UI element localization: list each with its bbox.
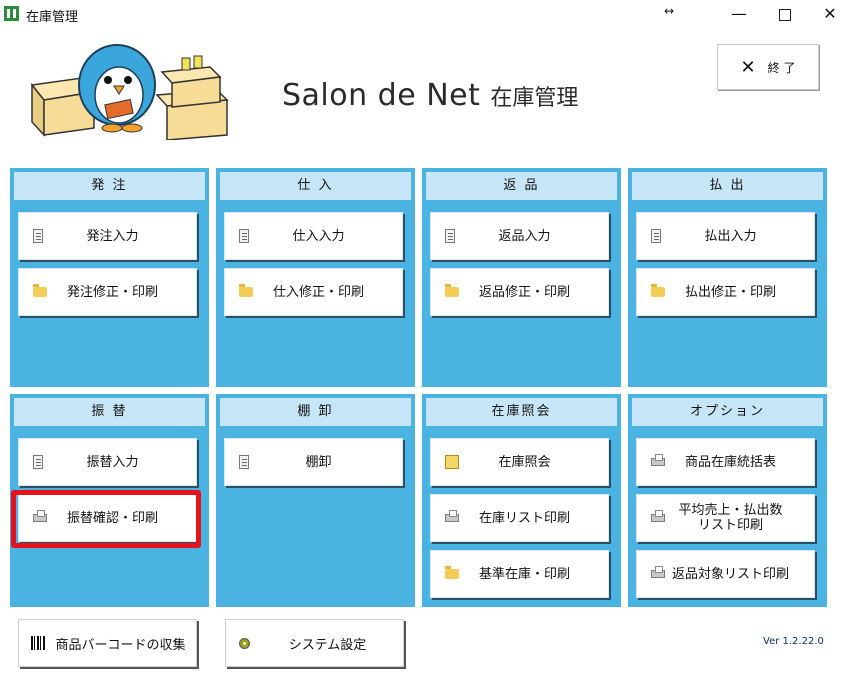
folder-icon [445,566,459,579]
document-icon [33,229,43,243]
panel-title: 返 品 [426,172,617,200]
menu-tile-button[interactable]: 在庫リスト印刷 [430,494,609,542]
minimize-button[interactable]: — [716,0,762,30]
title-bar: 在庫管理 ↔ — ✕ [0,0,853,30]
folder-icon [651,284,665,297]
resize-icon[interactable]: ↔ [664,4,674,18]
document-icon [239,229,249,243]
menu-tile-button[interactable]: 払出入力 [636,212,815,260]
menu-tile-label: 払出入力 [704,228,757,244]
menu-panel: 仕 入仕入入力仕入修正・印刷 [216,168,415,387]
close-icon: ✕ [740,56,756,78]
panel-title: 払 出 [632,172,823,200]
folder-icon [239,284,253,297]
brand-subtitle: 在庫管理 [490,86,579,111]
panel-title: オプション [632,398,823,426]
system-settings-label: システム設定 [288,637,367,653]
menu-tile-label: 仕入入力 [292,228,345,244]
panel-title: 在庫照会 [426,398,617,426]
exit-button[interactable]: ✕ 終 了 [717,44,819,90]
menu-tile-button[interactable]: 振替入力 [18,438,197,486]
folder-icon [33,284,47,297]
menu-tile-button[interactable]: 発注入力 [18,212,197,260]
menu-tile-button[interactable]: 商品在庫統括表 [636,438,815,486]
menu-tile-button[interactable]: 棚卸 [224,438,403,486]
maximize-button[interactable] [762,0,808,30]
menu-tile-button[interactable]: 平均売上・払出数 リスト印刷 [636,494,815,542]
menu-tile-button[interactable]: 返品修正・印刷 [430,268,609,316]
maximize-icon [779,8,791,21]
menu-tile-button[interactable]: 払出修正・印刷 [636,268,815,316]
barcode-icon [31,636,45,650]
note-icon [445,455,459,469]
panel-title: 仕 入 [220,172,411,200]
printer-icon [445,510,459,522]
app-icon [4,6,19,21]
barcode-collect-label: 商品バーコードの収集 [55,637,186,653]
app-heading: Salon de Net 在庫管理 [282,78,578,113]
barcode-collect-button[interactable]: 商品バーコードの収集 [18,619,197,667]
printer-icon [651,566,665,578]
printer-icon [651,454,665,466]
menu-panel: オプション商品在庫統括表 平均売上・払出数 リスト印刷 返品対象リスト印刷 [628,394,827,607]
menu-tile-button[interactable]: 発注修正・印刷 [18,268,197,316]
panel-title: 棚 卸 [220,398,411,426]
menu-tile-label: 棚卸 [305,454,332,470]
menu-panel: 発 注発注入力発注修正・印刷 [10,168,209,387]
menu-tile-button[interactable]: 仕入修正・印刷 [224,268,403,316]
panel-title: 振 替 [14,398,205,426]
folder-icon [445,284,459,297]
exit-label: 終 了 [767,60,796,75]
document-icon [445,229,455,243]
menu-tile-button[interactable]: 在庫照会 [430,438,609,486]
menu-tile-button[interactable]: 基準在庫・印刷 [430,550,609,598]
brand-name: Salon de Net [282,78,481,113]
menu-tile-label: 発注入力 [86,228,139,244]
printer-icon [651,510,665,522]
highlight-frame [11,490,201,548]
menu-panel: 返 品返品入力返品修正・印刷 [422,168,621,387]
menu-tile-button[interactable]: 仕入入力 [224,212,403,260]
document-icon [33,455,43,469]
close-button[interactable]: ✕ [807,0,853,30]
penguin-logo-illustration [30,44,229,140]
menu-tile-label: 振替入力 [86,454,139,470]
version-label: Ver 1.2.22.0 [763,636,824,647]
window-title: 在庫管理 [26,10,79,25]
menu-panel: 棚 卸棚卸 [216,394,415,607]
document-icon [651,229,661,243]
menu-panel: 在庫照会 在庫照会 在庫リスト印刷 基準在庫・印刷 [422,394,621,607]
panel-title: 発 注 [14,172,205,200]
menu-tile-button[interactable]: 返品入力 [430,212,609,260]
menu-panel: 払 出払出入力払出修正・印刷 [628,168,827,387]
document-icon [239,455,249,469]
menu-tile-label: 返品入力 [498,228,551,244]
gear-icon [238,636,252,650]
system-settings-button[interactable]: システム設定 [225,619,404,667]
menu-tile-button[interactable]: 返品対象リスト印刷 [636,550,815,598]
